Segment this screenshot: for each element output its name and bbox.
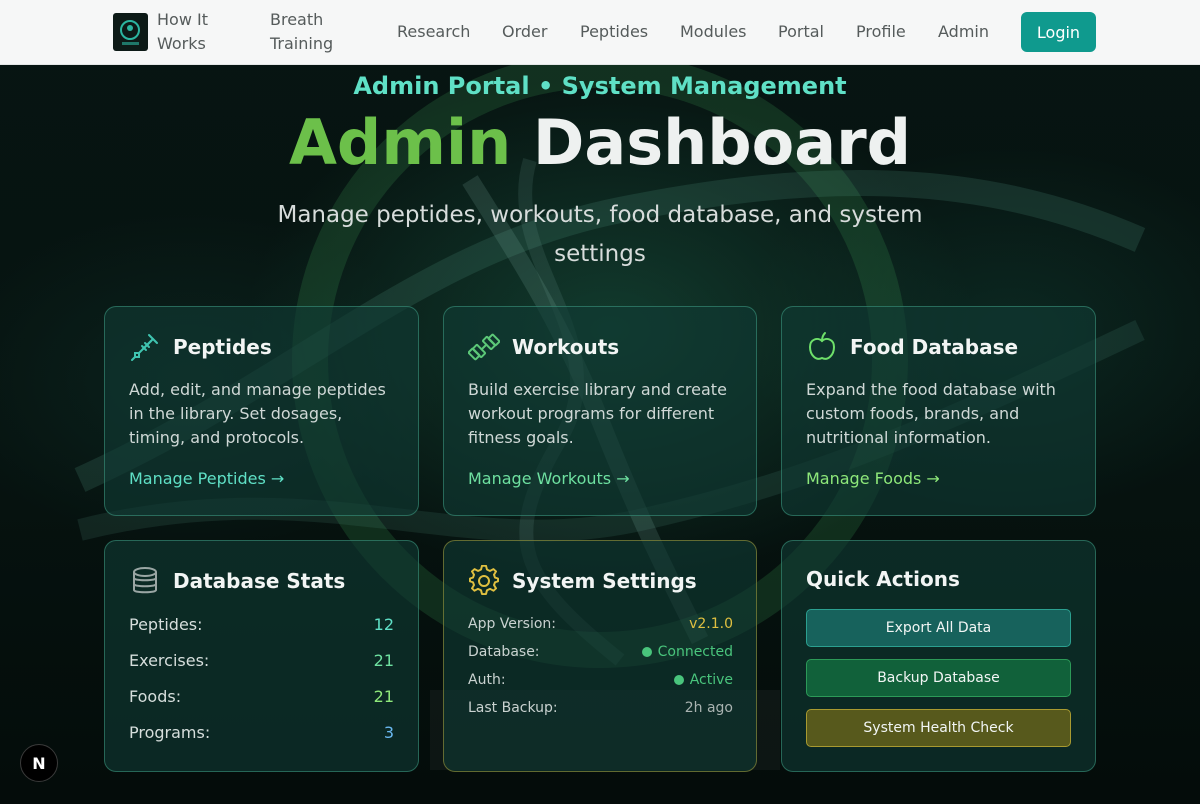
workouts-card-title: Workouts: [512, 335, 620, 359]
workouts-card[interactable]: Workouts Build exercise library and crea…: [443, 306, 757, 516]
brand-logo-icon: [120, 20, 140, 45]
nav-link-modules[interactable]: Modules: [680, 20, 747, 44]
login-button[interactable]: Login: [1021, 12, 1096, 52]
stat-row-programs: Programs: 3: [129, 721, 394, 745]
status-dot-icon: [673, 675, 684, 685]
system-row-database: Database: Connected: [468, 642, 733, 662]
page-title-main: Dashboard: [532, 106, 912, 179]
system-settings-title: System Settings: [512, 569, 697, 593]
system-value: Connected: [657, 644, 733, 660]
system-row-last-backup: Last Backup: 2h ago: [468, 698, 733, 718]
page-title-accent: Admin: [288, 106, 512, 179]
peptides-card-title: Peptides: [173, 335, 272, 359]
system-value: 2h ago: [684, 700, 733, 716]
nav-link-research[interactable]: Research: [397, 20, 470, 44]
stat-label: Exercises:: [129, 651, 210, 670]
manage-peptides-link[interactable]: Manage Peptides →: [129, 468, 284, 490]
manage-workouts-link[interactable]: Manage Workouts →: [468, 468, 630, 490]
system-value-auth: Active: [673, 670, 733, 690]
stat-row-foods: Foods: 21: [129, 685, 394, 709]
gear-icon: [469, 565, 499, 595]
stat-value: 12: [373, 615, 394, 634]
status-dot-icon: [641, 647, 652, 657]
system-value-database: Connected: [641, 642, 733, 662]
backup-database-button[interactable]: Backup Database: [806, 659, 1071, 697]
system-settings-card: System Settings App Version: v2.1.0 Data…: [443, 540, 757, 772]
stat-label: Programs:: [129, 723, 211, 742]
apple-icon: [808, 332, 836, 360]
system-health-check-button[interactable]: System Health Check: [806, 709, 1071, 747]
system-label: Last Backup:: [468, 700, 558, 716]
system-row-app-version: App Version: v2.1.0: [468, 614, 733, 634]
stat-label: Foods:: [129, 687, 182, 706]
system-value: Active: [689, 672, 733, 688]
nav-link-breath-training[interactable]: Breath Training: [270, 8, 350, 56]
peptides-card[interactable]: Peptides Add, edit, and manage peptides …: [104, 306, 419, 516]
stat-label: Peptides:: [129, 615, 203, 634]
system-label: Database:: [468, 644, 540, 660]
syringe-icon: [131, 334, 158, 361]
food-database-card-description: Expand the food database with custom foo…: [806, 380, 1056, 447]
database-stats-card: Database Stats Peptides: 12 Exercises: 2…: [104, 540, 419, 772]
page-eyebrow: Admin Portal • System Management: [353, 72, 847, 100]
dev-tools-badge[interactable]: N: [20, 744, 58, 782]
workouts-card-description: Build exercise library and create workou…: [468, 380, 727, 447]
stat-row-peptides: Peptides: 12: [129, 613, 394, 637]
page-subtitle: Manage peptides, workouts, food database…: [277, 202, 923, 267]
food-database-card[interactable]: Food Database Expand the food database w…: [781, 306, 1096, 516]
dumbbell-icon: [468, 333, 500, 361]
stat-value: 3: [383, 723, 394, 742]
quick-actions-card: Quick Actions Export All Data Backup Dat…: [781, 540, 1096, 772]
page-title: Admin Dashboard: [0, 104, 1200, 182]
nav-link-admin[interactable]: Admin: [938, 20, 989, 44]
nav-link-how-it-works[interactable]: How It Works: [157, 8, 237, 56]
system-label: Auth:: [468, 672, 506, 688]
nav-link-profile[interactable]: Profile: [856, 20, 906, 44]
nav-link-peptides[interactable]: Peptides: [580, 20, 648, 44]
system-label: App Version:: [468, 616, 556, 632]
brand-logo[interactable]: [113, 13, 148, 51]
peptides-card-description: Add, edit, and manage peptides in the li…: [129, 380, 386, 447]
database-icon: [133, 567, 157, 594]
stat-row-exercises: Exercises: 21: [129, 649, 394, 673]
nav-link-portal[interactable]: Portal: [778, 20, 824, 44]
food-database-card-title: Food Database: [850, 335, 1019, 359]
system-row-auth: Auth: Active: [468, 670, 733, 690]
system-value: v2.1.0: [689, 616, 733, 632]
export-all-data-button[interactable]: Export All Data: [806, 609, 1071, 647]
nav-link-order[interactable]: Order: [502, 20, 547, 44]
stat-value: 21: [373, 651, 394, 670]
quick-actions-title: Quick Actions: [806, 567, 960, 591]
database-stats-title: Database Stats: [173, 569, 346, 593]
stat-value: 21: [373, 687, 394, 706]
manage-foods-link[interactable]: Manage Foods →: [806, 468, 940, 490]
top-navbar: How It Works Breath Training Research Or…: [0, 0, 1200, 65]
